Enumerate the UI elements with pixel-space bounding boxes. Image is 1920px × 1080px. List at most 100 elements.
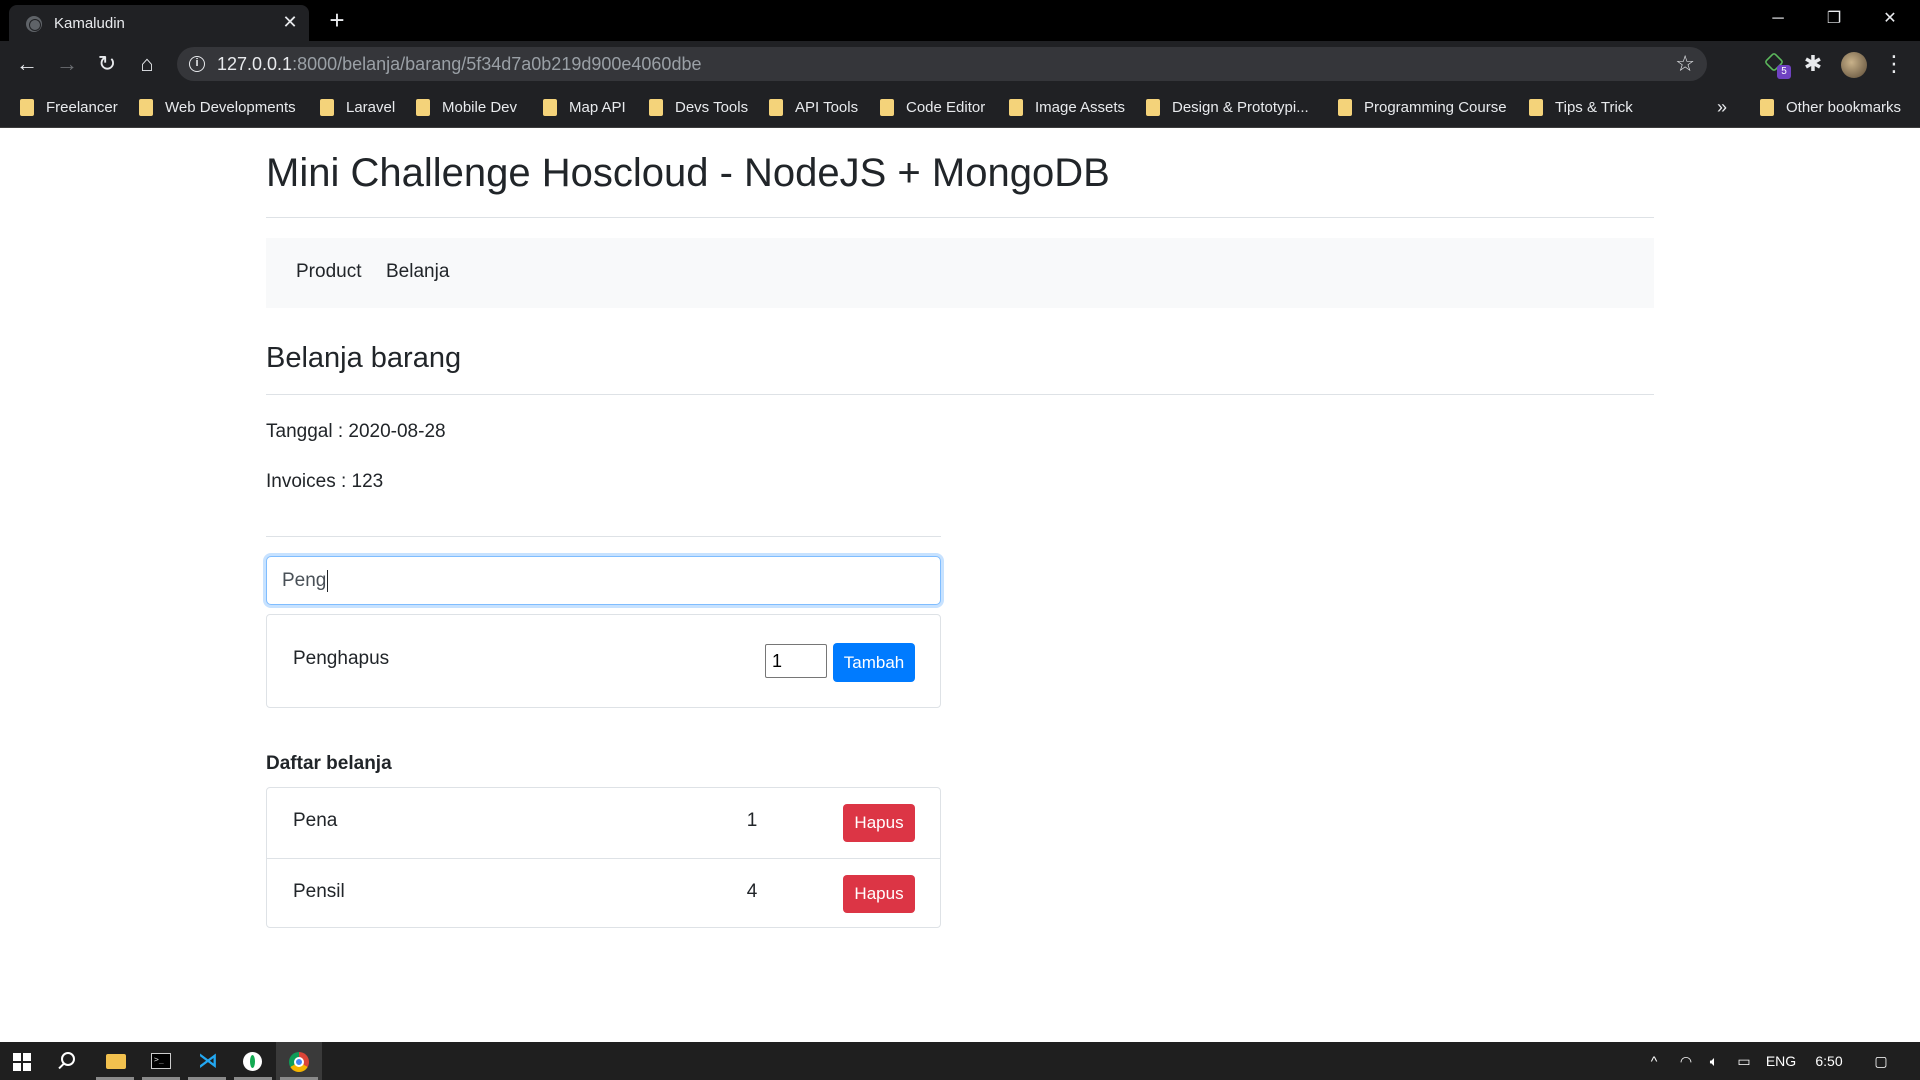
- search-result-card: Penghapus Tambah: [266, 614, 941, 708]
- bookmark-label: Devs Tools: [675, 98, 749, 116]
- taskbar-mongodb-compass[interactable]: [230, 1042, 276, 1080]
- folder-icon: [1146, 98, 1160, 116]
- remove-item-button[interactable]: Hapus: [843, 804, 915, 842]
- page-viewport: Mini Challenge Hoscloud - NodeJS + Mongo…: [0, 128, 1920, 1042]
- bookmark-web-developments[interactable]: Web Developments: [139, 95, 296, 119]
- folder-icon: [320, 98, 334, 116]
- bookmark-label: Map API: [569, 98, 626, 116]
- folder-icon: [1009, 98, 1023, 116]
- mongodb-icon: [243, 1052, 262, 1071]
- bookmark-mobile-dev[interactable]: Mobile Dev: [416, 95, 517, 119]
- url-text[interactable]: 127.0.0.1:8000/belanja/barang/5f34d7a0b2…: [217, 54, 701, 75]
- cart-item: Pensil 4 Hapus: [267, 858, 940, 928]
- bookmark-star-icon[interactable]: ☆: [1675, 51, 1695, 77]
- extensions-puzzle-icon[interactable]: ✱: [1800, 51, 1826, 77]
- profile-avatar[interactable]: [1841, 52, 1867, 78]
- bookmark-design-prototyping[interactable]: Design & Prototypi...: [1146, 95, 1309, 119]
- restore-icon[interactable]: ❐: [1806, 0, 1862, 40]
- page-title: Mini Challenge Hoscloud - NodeJS + Mongo…: [266, 151, 1110, 195]
- node-extension-icon[interactable]: 5: [1763, 51, 1791, 79]
- nav-product[interactable]: Product: [296, 261, 361, 283]
- remove-item-button[interactable]: Hapus: [843, 875, 915, 913]
- bookmark-label: Freelancer: [46, 98, 118, 116]
- battery-icon[interactable]: ▭: [1730, 1042, 1758, 1080]
- wifi-icon[interactable]: ◠: [1672, 1042, 1700, 1080]
- form-divider: [266, 536, 941, 537]
- new-tab-icon[interactable]: +: [323, 6, 351, 34]
- more-menu-icon[interactable]: ⋮: [1883, 50, 1905, 78]
- bookmark-api-tools[interactable]: API Tools: [769, 95, 858, 119]
- reload-icon[interactable]: ↻: [92, 49, 122, 79]
- text-caret: [327, 570, 328, 592]
- taskbar-chrome[interactable]: [276, 1042, 322, 1080]
- taskbar-terminal[interactable]: >_: [138, 1042, 184, 1080]
- bookmark-label: API Tools: [795, 98, 859, 116]
- language-indicator[interactable]: ENG: [1762, 1042, 1800, 1080]
- quantity-input[interactable]: [765, 644, 827, 678]
- clock[interactable]: 6:50: [1810, 1042, 1848, 1080]
- navbar: Product Belanja: [266, 238, 1654, 308]
- tab-title: Kamaludin: [54, 15, 125, 32]
- browser-tab[interactable]: Kamaludin ✕: [9, 5, 309, 41]
- invoice-text: Invoices : 123: [266, 471, 384, 492]
- date-text: Tanggal : 2020-08-28: [266, 421, 446, 442]
- folder-icon: [1760, 98, 1774, 116]
- bookmark-laravel[interactable]: Laravel: [320, 95, 395, 119]
- browser-tab-strip: Kamaludin ✕ + ─ ❐ ✕: [0, 0, 1920, 41]
- bookmark-other-bookmarks[interactable]: Other bookmarks: [1760, 95, 1901, 119]
- section-title: Belanja barang: [266, 342, 462, 374]
- cart-list-title: Daftar belanja: [266, 753, 392, 774]
- bookmark-label: Tips & Trick: [1555, 98, 1633, 116]
- bookmark-label: Programming Course: [1364, 98, 1507, 116]
- nav-belanja[interactable]: Belanja: [386, 261, 449, 283]
- bookmark-label: Web Developments: [165, 98, 296, 116]
- bookmark-devs-tools[interactable]: Devs Tools: [649, 95, 748, 119]
- minimize-icon[interactable]: ─: [1750, 0, 1806, 40]
- taskbar-vscode[interactable]: ⋊: [184, 1042, 230, 1080]
- home-icon[interactable]: ⌂: [132, 49, 162, 79]
- close-tab-icon[interactable]: ✕: [280, 12, 300, 32]
- bookmark-label: Image Assets: [1035, 98, 1126, 116]
- notifications-icon[interactable]: ▢: [1866, 1042, 1896, 1080]
- cart-item: Pena 1 Hapus: [267, 788, 940, 858]
- forward-icon[interactable]: →: [52, 49, 82, 79]
- vscode-icon: ⋊: [198, 1050, 218, 1072]
- more-bookmarks-icon[interactable]: »: [1717, 95, 1727, 119]
- bookmark-label: Mobile Dev: [442, 98, 518, 116]
- add-to-cart-button[interactable]: Tambah: [833, 643, 915, 682]
- address-bar[interactable]: i 127.0.0.1:8000/belanja/barang/5f34d7a0…: [177, 47, 1707, 81]
- cart-item-name: Pensil: [293, 881, 345, 902]
- folder-icon: [1338, 98, 1352, 116]
- search-icon: [61, 1052, 75, 1066]
- volume-icon[interactable]: 🔈︎: [1700, 1042, 1728, 1080]
- chrome-icon: [289, 1052, 309, 1072]
- bookmark-code-editor[interactable]: Code Editor: [880, 95, 985, 119]
- taskbar-file-explorer[interactable]: [92, 1042, 138, 1080]
- browser-toolbar: ← → ↻ ⌂ i 127.0.0.1:8000/belanja/barang/…: [0, 41, 1920, 87]
- product-search-input[interactable]: [266, 556, 941, 605]
- back-icon[interactable]: ←: [12, 49, 42, 79]
- bookmark-programming-course[interactable]: Programming Course: [1338, 95, 1507, 119]
- search-button[interactable]: [46, 1042, 92, 1080]
- folder-icon: [20, 98, 34, 116]
- cart-item-qty: 1: [746, 810, 758, 831]
- close-window-icon[interactable]: ✕: [1862, 0, 1918, 40]
- cart-list: Pena 1 Hapus Pensil 4 Hapus: [266, 787, 941, 928]
- windows-taskbar: >_ ⋊ ^ ◠ 🔈︎ ▭ ENG 6:50 ▢: [0, 1042, 1920, 1080]
- bookmark-freelancer[interactable]: Freelancer: [20, 95, 118, 119]
- folder-icon: [649, 98, 663, 116]
- bookmark-label: Other bookmarks: [1786, 98, 1902, 116]
- bookmark-image-assets[interactable]: Image Assets: [1009, 95, 1125, 119]
- globe-icon: [26, 16, 42, 32]
- info-icon[interactable]: i: [189, 56, 205, 72]
- folder-icon: [769, 98, 783, 116]
- folder-icon: [416, 98, 430, 116]
- bookmark-tips-trick[interactable]: Tips & Trick: [1529, 95, 1633, 119]
- folder-icon: [880, 98, 894, 116]
- bookmark-map-api[interactable]: Map API: [543, 95, 626, 119]
- start-button[interactable]: [0, 1042, 46, 1080]
- cart-item-qty: 4: [746, 881, 758, 902]
- bookmarks-bar: Freelancer Web Developments Laravel Mobi…: [0, 87, 1920, 128]
- chevron-up-icon[interactable]: ^: [1640, 1042, 1668, 1080]
- cart-item-name: Pena: [293, 810, 338, 831]
